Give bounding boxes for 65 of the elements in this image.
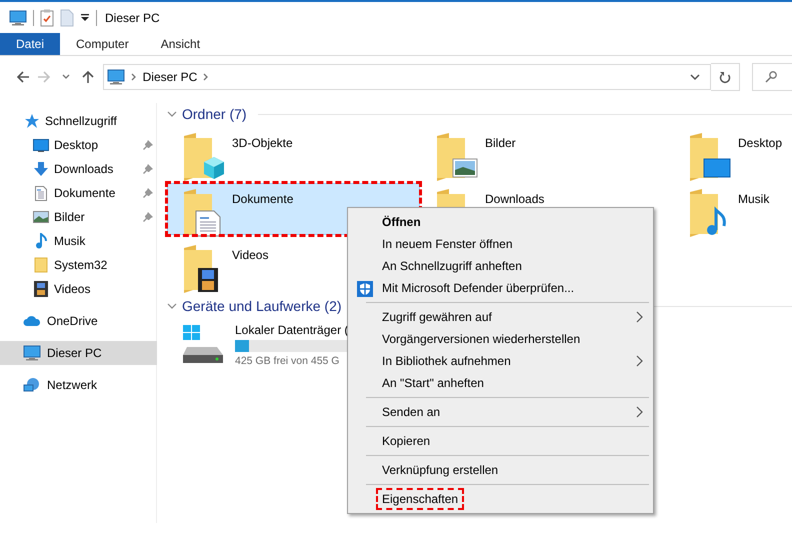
network-icon bbox=[23, 377, 41, 393]
search-field[interactable] bbox=[752, 63, 792, 91]
computer-icon bbox=[106, 69, 125, 85]
sidebar-item[interactable]: Netzwerk bbox=[0, 373, 157, 397]
search-icon bbox=[765, 71, 778, 83]
folder-item[interactable]: Bilder bbox=[420, 127, 673, 179]
ribbon-tab[interactable]: Datei bbox=[0, 33, 60, 55]
star-icon bbox=[23, 113, 39, 129]
group-heading[interactable]: Geräte und Laufwerke (2) bbox=[182, 298, 342, 314]
document-icon bbox=[33, 186, 49, 200]
folder-item[interactable]: 3D-Objekte bbox=[167, 127, 420, 179]
group-heading[interactable]: Ordner (7) bbox=[182, 106, 247, 122]
monitor-icon bbox=[33, 138, 49, 152]
menu-item[interactable]: Zugriff gewähren auf bbox=[350, 306, 651, 328]
sidebar-item[interactable]: Videos bbox=[0, 277, 157, 301]
download-arrow-icon bbox=[33, 161, 49, 177]
ribbon-tab[interactable]: Computer bbox=[60, 33, 145, 55]
up-arrow-icon[interactable] bbox=[80, 70, 95, 84]
music-note-icon bbox=[33, 233, 49, 249]
computer-icon bbox=[23, 345, 41, 361]
picture-icon bbox=[33, 211, 49, 223]
sidebar-item[interactable]: Desktop bbox=[0, 133, 157, 157]
menu-item[interactable]: Vorgängerversionen wiederherstellen bbox=[350, 328, 651, 350]
window-title: Dieser PC bbox=[105, 10, 160, 24]
back-arrow-icon[interactable] bbox=[16, 70, 30, 84]
ribbon-tab[interactable]: Ansicht bbox=[144, 33, 216, 55]
sidebar-item[interactable]: OneDrive bbox=[0, 309, 157, 333]
sidebar-item[interactable]: System32 bbox=[0, 253, 157, 277]
menu-item[interactable]: An Schnellzugriff anheften bbox=[350, 255, 651, 277]
dropdown-icon[interactable] bbox=[80, 12, 90, 22]
breadcrumb[interactable]: Dieser PC bbox=[142, 70, 198, 84]
chevron-right-icon bbox=[130, 73, 137, 81]
free-space-text: 425 GB frei von 455 G bbox=[235, 355, 340, 367]
cloud-icon bbox=[23, 315, 41, 327]
chevron-down-icon[interactable] bbox=[690, 74, 700, 80]
refresh-icon bbox=[719, 70, 732, 84]
menu-item[interactable]: An "Start" anheften bbox=[350, 372, 651, 394]
address-bar[interactable]: Dieser PC bbox=[102, 64, 711, 90]
film-icon bbox=[33, 281, 49, 297]
chevron-right-icon bbox=[203, 73, 210, 81]
sidebar-item[interactable]: Bilder bbox=[0, 205, 157, 229]
menu-item[interactable]: In Bibliothek aufnehmen bbox=[350, 350, 651, 372]
folder-icon bbox=[688, 132, 732, 182]
sidebar-item[interactable]: Musik bbox=[0, 229, 157, 253]
sidebar-item[interactable]: Dieser PC bbox=[0, 341, 157, 365]
folder-icon bbox=[33, 257, 49, 273]
chevron-down-icon[interactable] bbox=[167, 301, 177, 311]
chevron-down-icon[interactable] bbox=[167, 109, 177, 119]
menu-item[interactable]: Kopieren bbox=[350, 430, 651, 452]
folder-item[interactable]: Desktop bbox=[673, 127, 792, 179]
computer-icon[interactable] bbox=[9, 10, 27, 26]
folder-icon bbox=[435, 132, 479, 182]
refresh-button[interactable] bbox=[710, 63, 740, 91]
sidebar-item[interactable]: Dokumente bbox=[0, 181, 157, 205]
menu-item[interactable]: Mit Microsoft Defender überprüfen... bbox=[350, 277, 651, 299]
sidebar-item[interactable]: Downloads bbox=[0, 157, 157, 181]
menu-item[interactable]: Senden an bbox=[350, 401, 651, 423]
folder-icon bbox=[182, 132, 226, 182]
menu-item[interactable]: In neuem Fenster öffnen bbox=[350, 233, 651, 255]
menu-item[interactable]: Eigenschaften bbox=[350, 488, 651, 510]
menu-item[interactable]: Verknüpfung erstellen bbox=[350, 459, 651, 481]
chevron-down-icon[interactable] bbox=[62, 74, 70, 80]
checklist-icon[interactable] bbox=[40, 8, 54, 26]
sidebar-item[interactable]: Schnellzugriff bbox=[0, 109, 157, 133]
folder-item[interactable]: Musik bbox=[673, 183, 792, 235]
